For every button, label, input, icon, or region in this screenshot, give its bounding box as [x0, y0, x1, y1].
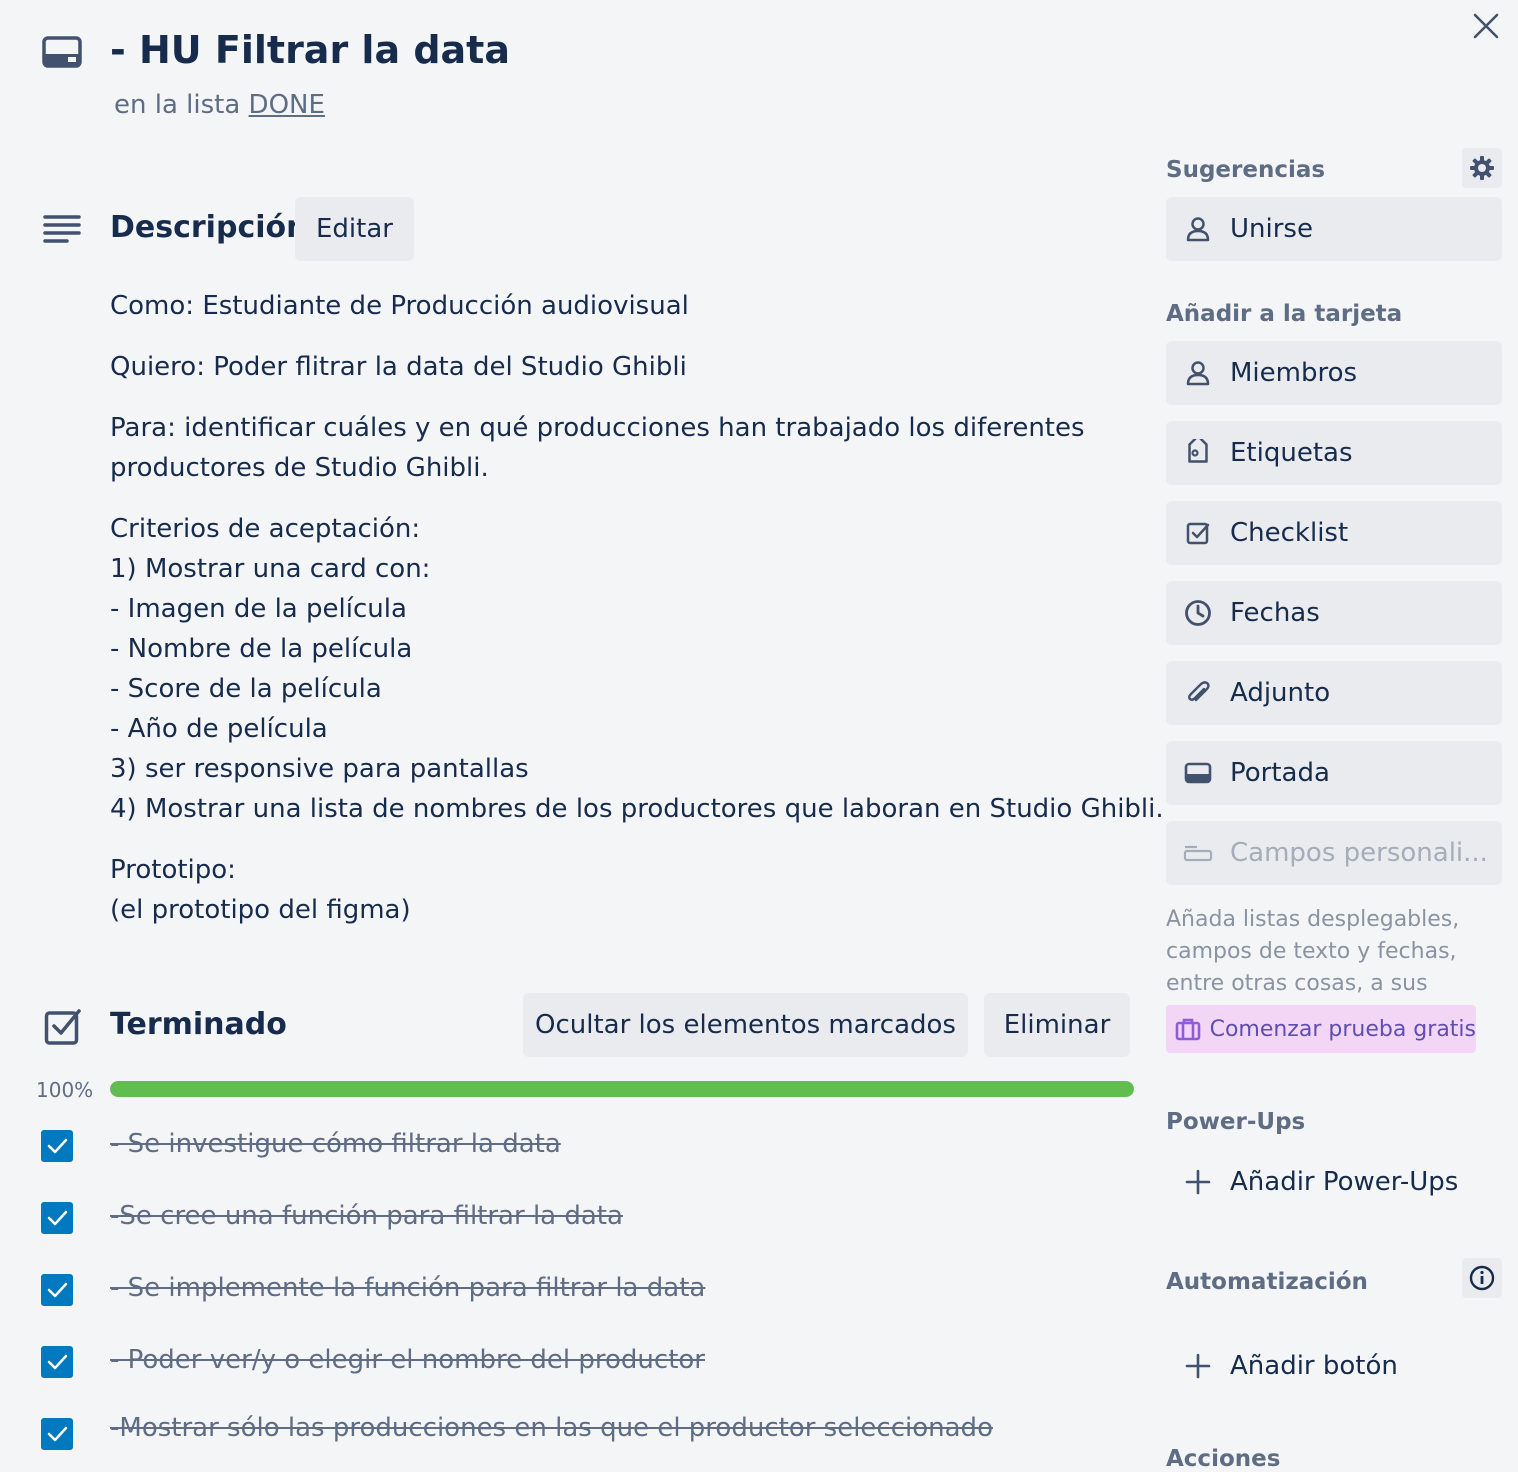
briefcase-icon	[1166, 1017, 1210, 1041]
checkbox[interactable]	[41, 1274, 73, 1306]
person-icon	[1166, 360, 1230, 386]
checkbox[interactable]	[41, 1346, 73, 1378]
list-link[interactable]: DONE	[249, 90, 325, 120]
check-icon	[47, 1138, 68, 1154]
person-icon	[1166, 216, 1230, 242]
plus-icon	[1166, 1353, 1230, 1379]
tag-icon	[1166, 439, 1230, 467]
paperclip-icon	[1166, 679, 1230, 707]
description-body: Como: Estudiante de Producción audiovisu…	[110, 286, 1164, 951]
dates-button[interactable]: Fechas	[1166, 581, 1502, 645]
description-paragraph: Prototipo: (el prototipo del figma)	[110, 855, 411, 925]
labels-button[interactable]: Etiquetas	[1166, 421, 1502, 485]
description-paragraph: Criterios de aceptación: 1) Mostrar una …	[110, 514, 1164, 824]
clock-icon	[1166, 599, 1230, 627]
automation-info-button[interactable]	[1462, 1258, 1502, 1298]
checklist-heading[interactable]: Terminado	[110, 1007, 287, 1042]
description-paragraph: Para: identificar cuáles y en qué produc…	[110, 413, 1085, 483]
check-icon	[47, 1210, 68, 1226]
plus-icon	[1166, 1169, 1230, 1195]
check-icon	[47, 1426, 68, 1442]
join-label: Unirse	[1230, 214, 1313, 244]
close-icon[interactable]	[1470, 10, 1502, 42]
checkbox-icon	[1166, 520, 1230, 546]
description-paragraph: Quiero: Poder flitrar la data del Studio…	[110, 352, 687, 382]
checklist-icon	[44, 1007, 82, 1045]
checkbox[interactable]	[41, 1202, 73, 1234]
labels-label: Etiquetas	[1230, 438, 1353, 468]
description-heading: Descripción	[110, 210, 308, 245]
powerups-heading: Power-Ups	[1166, 1109, 1306, 1135]
add-powerups-button[interactable]: Añadir Power-Ups	[1166, 1150, 1502, 1214]
actions-heading: Acciones	[1166, 1446, 1281, 1472]
start-trial-button[interactable]: Comenzar prueba gratis	[1166, 1005, 1476, 1053]
description-paragraph: Como: Estudiante de Producción audiovisu…	[110, 291, 689, 321]
suggestions-settings-button[interactable]	[1462, 148, 1502, 188]
checklist-item-text[interactable]: - Se implemente la función para filtrar …	[110, 1273, 705, 1303]
info-icon	[1469, 1265, 1495, 1291]
add-button-label: Añadir botón	[1230, 1351, 1398, 1381]
checklist-item-text[interactable]: -Se cree una función para filtrar la dat…	[110, 1201, 623, 1231]
dates-label: Fechas	[1230, 598, 1320, 628]
list-breadcrumb: en la lista DONE	[114, 90, 325, 120]
checklist-item-text[interactable]: -Mostrar sólo las producciones en las qu…	[110, 1413, 993, 1443]
attachment-button[interactable]: Adjunto	[1166, 661, 1502, 725]
delete-checklist-button[interactable]: Eliminar	[984, 993, 1130, 1057]
custom-fields-button[interactable]: Campos personali...	[1166, 821, 1502, 885]
add-button-button[interactable]: Añadir botón	[1166, 1334, 1502, 1398]
add-powerups-label: Añadir Power-Ups	[1230, 1167, 1459, 1197]
gear-icon	[1470, 156, 1494, 180]
progress-bar	[110, 1081, 1134, 1097]
card-icon	[42, 36, 82, 68]
custom-fields-label: Campos personali...	[1230, 838, 1488, 868]
card-title[interactable]: - HU Filtrar la data	[110, 28, 510, 72]
hide-checked-button[interactable]: Ocultar los elementos marcados	[523, 993, 968, 1057]
suggestions-heading: Sugerencias	[1166, 157, 1326, 183]
join-button[interactable]: Unirse	[1166, 197, 1502, 261]
progress-percent: 100%	[36, 1078, 94, 1102]
in-list-prefix: en la lista	[114, 90, 241, 120]
check-icon	[47, 1282, 68, 1298]
checkbox[interactable]	[41, 1130, 73, 1162]
checklist-label: Checklist	[1230, 518, 1349, 548]
members-label: Miembros	[1230, 358, 1358, 388]
progress-fill	[110, 1081, 1134, 1097]
automation-heading: Automatización	[1166, 1269, 1368, 1295]
checklist-item-text[interactable]: - Poder ver/y o elegir el nombre del pro…	[110, 1345, 705, 1375]
members-button[interactable]: Miembros	[1166, 341, 1502, 405]
edit-description-button[interactable]: Editar	[295, 197, 414, 261]
description-icon	[43, 213, 81, 245]
cover-label: Portada	[1230, 758, 1330, 788]
attachment-label: Adjunto	[1230, 678, 1331, 708]
cover-button[interactable]: Portada	[1166, 741, 1502, 805]
card-cover-icon	[1166, 761, 1230, 785]
check-icon	[47, 1354, 68, 1370]
custom-field-icon	[1166, 843, 1230, 863]
checkbox[interactable]	[41, 1418, 73, 1450]
checklist-item-text[interactable]: - Se investigue cómo filtrar la data	[110, 1129, 561, 1159]
checklist-button[interactable]: Checklist	[1166, 501, 1502, 565]
add-to-card-heading: Añadir a la tarjeta	[1166, 301, 1403, 327]
start-trial-label: Comenzar prueba gratis	[1209, 1016, 1476, 1042]
